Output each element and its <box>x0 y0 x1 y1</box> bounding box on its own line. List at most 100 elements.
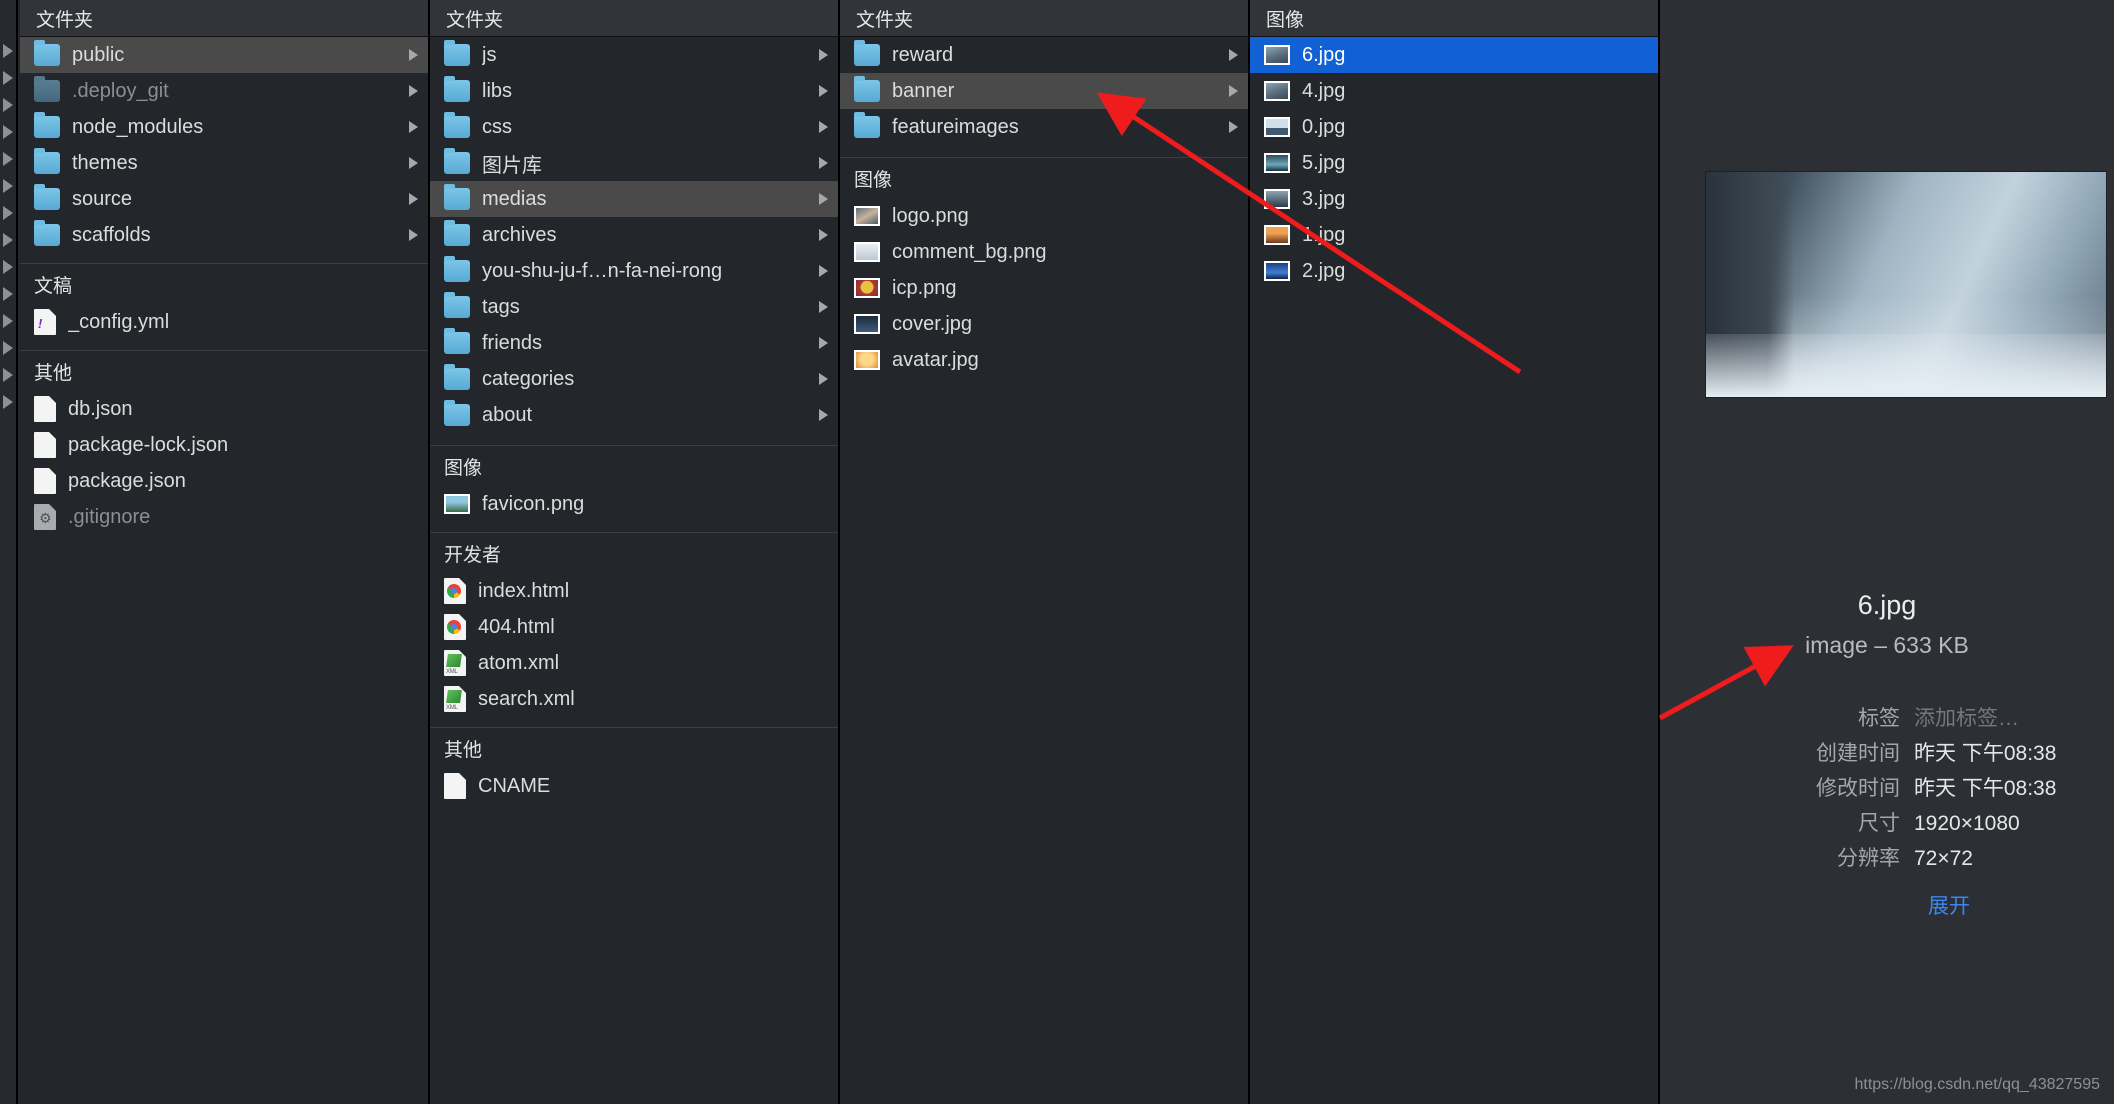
list-item[interactable]: 4.jpg <box>1250 73 1658 109</box>
item-label: 4.jpg <box>1302 79 1346 102</box>
browser-column-1: 文件夹 public .deploy_git node_modules them… <box>0 0 430 1104</box>
chevron-right-icon <box>409 49 418 61</box>
list-item[interactable]: tags <box>430 289 838 325</box>
browser-column-4: 图像 6.jpg 4.jpg 0.jpg 5.jpg 3.jpg 1.jpg 2… <box>1250 0 1660 1104</box>
item-label: featureimages <box>892 115 1019 138</box>
disclosure-gutter-1[interactable] <box>0 0 18 1104</box>
item-label: db.json <box>68 397 133 420</box>
item-label: you-shu-ju-f…n-fa-nei-rong <box>482 259 723 282</box>
list-item[interactable]: cover.jpg <box>840 306 1248 342</box>
list-item[interactable]: db.json <box>20 391 428 427</box>
list-item[interactable]: index.html <box>430 573 838 609</box>
list-item[interactable]: 2.jpg <box>1250 253 1658 289</box>
folder-icon <box>444 220 470 246</box>
preview-kind-size: image – 633 KB <box>1805 632 1969 658</box>
list-item[interactable]: categories <box>430 361 838 397</box>
image-thumb-avatar-icon <box>854 350 880 370</box>
chevron-right-icon <box>819 301 828 313</box>
image-thumb-1-icon <box>1264 225 1290 245</box>
list-item[interactable]: atom.xml <box>430 645 838 681</box>
expand-link[interactable]: 展开 <box>1928 890 1970 920</box>
item-label: 图片库 <box>482 154 542 177</box>
image-thumb-0-icon <box>1264 117 1290 137</box>
list-item[interactable]: favicon.png <box>430 486 838 522</box>
chevron-right-icon <box>819 193 828 205</box>
metadata-value: 昨天 下午08:38 <box>1914 777 2057 800</box>
chevron-right-icon <box>819 229 828 241</box>
folder-icon <box>854 40 880 66</box>
list-item[interactable]: medias <box>430 181 838 217</box>
list-item[interactable]: 1.jpg <box>1250 217 1658 253</box>
item-label: CNAME <box>478 774 551 797</box>
item-label: 3.jpg <box>1302 187 1346 210</box>
item-label: 6.jpg <box>1302 43 1346 66</box>
list-item[interactable]: themes <box>20 145 428 181</box>
list-item[interactable]: source <box>20 181 428 217</box>
list-item[interactable]: 6.jpg <box>1250 37 1658 73</box>
section-title-images-3: 图像 <box>854 169 893 191</box>
list-item[interactable]: package-lock.json <box>20 427 428 463</box>
metadata-key: 尺寸 <box>1858 812 1900 835</box>
list-item[interactable]: ! _config.yml <box>20 304 428 340</box>
chevron-right-icon <box>1229 85 1238 97</box>
chrome-document-icon <box>444 578 466 604</box>
column-list-2: js libs css 图片库 medias archives you-shu-… <box>430 37 838 804</box>
item-label: archives <box>482 223 557 246</box>
list-item[interactable]: scaffolds <box>20 217 428 253</box>
column-header-1: 文件夹 <box>20 0 428 37</box>
list-item[interactable]: 图片库 <box>430 145 838 181</box>
image-thumb-2-icon <box>1264 261 1290 281</box>
item-label: logo.png <box>892 204 969 227</box>
metadata-row-resolution: 分辨率 72×72 <box>1660 845 2114 873</box>
list-item[interactable]: package.json <box>20 463 428 499</box>
gitignore-icon: ⚙ <box>34 504 56 530</box>
list-item[interactable]: search.xml <box>430 681 838 717</box>
list-item[interactable]: avatar.jpg <box>840 342 1248 378</box>
list-item[interactable]: reward <box>840 37 1248 73</box>
list-item[interactable]: 404.html <box>430 609 838 645</box>
list-item[interactable]: about <box>430 397 838 433</box>
item-label: atom.xml <box>478 651 560 674</box>
item-label: favicon.png <box>482 492 585 515</box>
list-item[interactable]: js <box>430 37 838 73</box>
metadata-key: 标签 <box>1858 707 1900 730</box>
list-item[interactable]: 5.jpg <box>1250 145 1658 181</box>
browser-column-2: 文件夹 js libs css 图片库 medias archives you-… <box>430 0 840 1104</box>
list-item[interactable]: CNAME <box>430 768 838 804</box>
metadata-key: 修改时间 <box>1816 777 1900 800</box>
list-item[interactable]: icp.png <box>840 270 1248 306</box>
list-item[interactable]: friends <box>430 325 838 361</box>
metadata-row-modified: 修改时间 昨天 下午08:38 <box>1660 775 2114 803</box>
list-item[interactable]: ⚙ .gitignore <box>20 499 428 535</box>
list-item[interactable]: banner <box>840 73 1248 109</box>
list-item[interactable]: 3.jpg <box>1250 181 1658 217</box>
chevron-right-icon <box>409 85 418 97</box>
list-item[interactable]: archives <box>430 217 838 253</box>
item-label: _config.yml <box>68 310 170 333</box>
item-label: libs <box>482 79 513 102</box>
list-item[interactable]: .deploy_git <box>20 73 428 109</box>
list-item[interactable]: libs <box>430 73 838 109</box>
item-label: about <box>482 403 533 426</box>
item-label: 0.jpg <box>1302 115 1346 138</box>
chevron-right-icon <box>409 193 418 205</box>
list-item[interactable]: you-shu-ju-f…n-fa-nei-rong <box>430 253 838 289</box>
xml-document-icon <box>444 650 466 676</box>
item-label: 2.jpg <box>1302 259 1346 282</box>
list-item[interactable]: css <box>430 109 838 145</box>
list-item[interactable]: public <box>20 37 428 73</box>
chevron-right-icon <box>819 157 828 169</box>
list-item[interactable]: comment_bg.png <box>840 234 1248 270</box>
list-item[interactable]: logo.png <box>840 198 1248 234</box>
folder-icon <box>444 400 470 426</box>
folder-icon <box>444 40 470 66</box>
metadata-key: 创建时间 <box>1816 742 1900 765</box>
list-item[interactable]: featureimages <box>840 109 1248 145</box>
list-item[interactable]: 0.jpg <box>1250 109 1658 145</box>
item-label: avatar.jpg <box>892 348 979 371</box>
column-list-1: public .deploy_git node_modules themes s… <box>20 37 428 535</box>
item-label: comment_bg.png <box>892 240 1047 263</box>
list-item[interactable]: node_modules <box>20 109 428 145</box>
section-title-developer: 开发者 <box>444 544 502 566</box>
add-tags-field[interactable]: 添加标签… <box>1914 705 2019 733</box>
